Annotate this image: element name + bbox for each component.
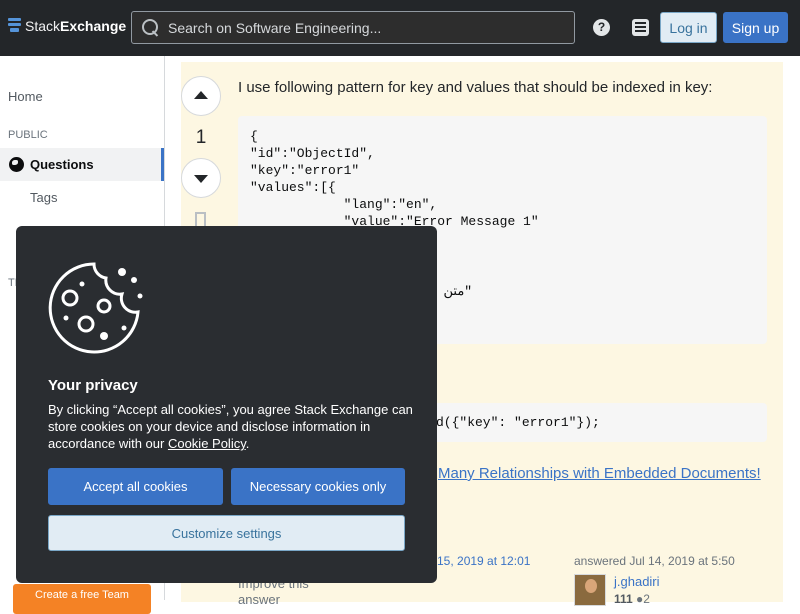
stack-exchange-icon	[8, 18, 21, 34]
bookmark-icon[interactable]	[195, 212, 206, 226]
sidebar-section-public: PUBLIC	[8, 129, 48, 141]
logo-prefix: Stack	[25, 18, 61, 34]
code-block-text: { "id":"ObjectId", "key":"error1" "value…	[250, 129, 539, 229]
necessary-cookies-button[interactable]: Necessary cookies only	[231, 468, 405, 505]
sidebar-item-home[interactable]: Home	[8, 89, 43, 104]
docs-link[interactable]: Many Relationships with Embedded Documen…	[438, 465, 761, 482]
cookie-dialog-title: Your privacy	[48, 377, 138, 394]
arrow-down-icon	[194, 175, 208, 183]
stack-exchange-logo[interactable]: StackExchange	[8, 18, 126, 34]
create-team-button[interactable]: Create a free Team	[13, 584, 151, 614]
sidebar-item-tags[interactable]: Tags	[30, 190, 57, 205]
signup-button[interactable]: Sign up	[723, 12, 788, 43]
customize-settings-button[interactable]: Customize settings	[48, 515, 405, 551]
sidebar-item-label: Questions	[30, 157, 94, 172]
reputation-score: 111	[614, 592, 633, 606]
user-reputation: 111 ●2	[614, 592, 650, 606]
avatar[interactable]	[574, 574, 606, 606]
globe-icon	[9, 157, 24, 172]
site-switcher-icon[interactable]	[632, 19, 649, 36]
post-intro-text: I use following pattern for key and valu…	[238, 79, 713, 96]
search-box[interactable]	[131, 11, 575, 44]
edited-timestamp[interactable]: 15, 2019 at 12:01	[437, 554, 530, 568]
arrow-up-icon	[194, 91, 208, 99]
logo-bold: Exchange	[60, 18, 127, 34]
vote-count: 1	[195, 127, 207, 148]
login-button[interactable]: Log in	[660, 12, 717, 43]
code-query-text: d({"key": "error1"});	[436, 415, 600, 430]
accept-all-cookies-button[interactable]: Accept all cookies	[48, 468, 223, 505]
cookie-icon	[48, 262, 143, 354]
cookie-text-end: .	[245, 436, 250, 451]
search-input[interactable]	[168, 19, 548, 36]
answered-timestamp: answered Jul 14, 2019 at 5:50	[574, 554, 735, 568]
top-bar: StackExchange ? Log in Sign up	[0, 0, 800, 56]
downvote-button[interactable]	[181, 158, 221, 198]
cookie-dialog-text: By clicking “Accept all cookies”, you ag…	[48, 401, 418, 452]
upvote-button[interactable]	[181, 76, 221, 116]
user-name-link[interactable]: j.ghadiri	[614, 574, 660, 589]
badge-count: 2	[643, 592, 650, 606]
cookie-policy-link[interactable]: Cookie Policy	[168, 436, 246, 451]
cookie-consent-dialog: Your privacy By clicking “Accept all coo…	[16, 226, 437, 583]
search-icon	[142, 18, 160, 37]
help-icon[interactable]: ?	[593, 19, 610, 36]
sidebar-item-questions[interactable]: Questions	[0, 148, 164, 181]
